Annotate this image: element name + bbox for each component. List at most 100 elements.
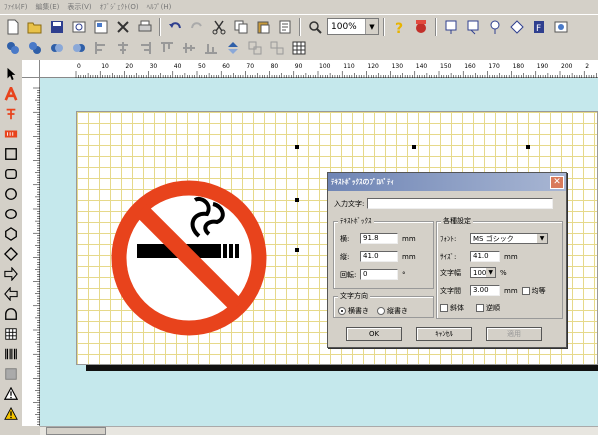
rounded-rectangle-icon[interactable] xyxy=(2,164,20,183)
vertical-radio-label: 縦書き xyxy=(387,307,408,315)
size-input[interactable]: 41.0 xyxy=(470,251,500,262)
tools-icon[interactable] xyxy=(113,17,133,37)
hexagon-icon[interactable] xyxy=(2,224,20,243)
text-tool-icon[interactable] xyxy=(2,84,20,103)
align-top-icon[interactable] xyxy=(157,38,177,58)
ungroup-icon[interactable] xyxy=(267,38,287,58)
ellipse-icon[interactable] xyxy=(2,184,20,203)
print-icon[interactable] xyxy=(135,17,155,37)
align-left-icon[interactable] xyxy=(91,38,111,58)
group-icon[interactable] xyxy=(245,38,265,58)
close-icon[interactable]: ✕ xyxy=(550,175,564,189)
save-icon[interactable] xyxy=(47,17,67,37)
align-middle-icon[interactable] xyxy=(179,38,199,58)
ruler-tick-label: 30 xyxy=(150,63,158,70)
ruler-tick-label: 80 xyxy=(271,63,279,70)
charwidth-value: 100 xyxy=(473,268,487,277)
shape-tool-2-icon[interactable] xyxy=(463,17,483,37)
equal-checkbox[interactable] xyxy=(521,286,530,295)
update-icon[interactable] xyxy=(411,17,431,37)
send-back-icon[interactable] xyxy=(25,38,45,58)
height-input[interactable]: 41.0 xyxy=(360,251,398,262)
shape-tool-4-icon[interactable] xyxy=(507,17,527,37)
flip-icon[interactable] xyxy=(223,38,243,58)
zoom-icon[interactable] xyxy=(305,17,325,37)
new-file-icon[interactable] xyxy=(3,17,23,37)
table-icon[interactable] xyxy=(2,324,20,343)
ruler-corner xyxy=(22,60,40,78)
rectangle-icon[interactable] xyxy=(2,144,20,163)
horizontal-radio[interactable] xyxy=(338,307,346,315)
align-right-icon[interactable] xyxy=(135,38,155,58)
selection-handle[interactable] xyxy=(295,145,299,149)
template-icon[interactable]: F xyxy=(529,17,549,37)
menu-help[interactable]: ﾍﾙﾌﾟ(H) xyxy=(147,2,172,12)
backward-icon[interactable] xyxy=(69,38,89,58)
height-label: 縦: xyxy=(340,252,350,261)
reverse-checkbox[interactable] xyxy=(476,304,484,312)
align-bottom-icon[interactable] xyxy=(201,38,221,58)
font-select[interactable]: MS ゴシック ▼ xyxy=(470,233,548,244)
dialog-titlebar[interactable]: ﾃｷｽﾄﾎﾞｯｸｽのﾌﾟﾛﾊﾟﾃｨ ✕ xyxy=(328,173,566,191)
layout-icon[interactable] xyxy=(91,17,111,37)
textbox-properties-dialog: ﾃｷｽﾄﾎﾞｯｸｽのﾌﾟﾛﾊﾟﾃｨ ✕ 入力文字: ﾃｷｽﾄﾎﾞｯｸｽ 横: 9… xyxy=(327,172,567,348)
open-folder-icon[interactable] xyxy=(25,17,45,37)
selection-handle[interactable] xyxy=(295,248,299,252)
print-preview-icon[interactable] xyxy=(69,17,89,37)
image-frame-icon[interactable] xyxy=(2,304,20,323)
input-text-field[interactable] xyxy=(367,198,554,209)
bring-front-icon[interactable] xyxy=(3,38,23,58)
selection-handle[interactable] xyxy=(295,198,299,202)
zoom-select[interactable]: 100% ▼ xyxy=(327,18,379,35)
warning-outline-icon[interactable] xyxy=(2,384,20,403)
redo-icon[interactable] xyxy=(187,17,207,37)
grid-icon[interactable] xyxy=(289,38,309,58)
apply-button[interactable]: 適用 xyxy=(486,327,542,341)
undo-icon[interactable] xyxy=(165,17,185,37)
width-input[interactable]: 91.8 xyxy=(360,233,398,244)
spacing-label: 文字間 xyxy=(440,286,461,295)
diamond-icon[interactable] xyxy=(2,244,20,263)
fill-color-icon[interactable] xyxy=(2,364,20,383)
barcode-icon[interactable] xyxy=(2,344,20,363)
arrow-right-icon[interactable] xyxy=(2,264,20,283)
select-arrow-icon[interactable] xyxy=(2,64,20,83)
charwidth-select[interactable]: 100 ▼ xyxy=(470,267,496,278)
chevron-down-icon: ▼ xyxy=(365,19,378,34)
help-icon[interactable]: ? xyxy=(389,17,409,37)
forward-icon[interactable] xyxy=(47,38,67,58)
selection-handle[interactable] xyxy=(412,145,416,149)
paste-icon[interactable] xyxy=(253,17,273,37)
arrange-toolbar xyxy=(0,38,598,58)
font-label: ﾌｫﾝﾄ: xyxy=(440,234,457,243)
copy-icon[interactable] xyxy=(231,17,251,37)
menu-bar: ﾌｧｲﾙ(F) 編集(E) 表示(V) ｵﾌﾞｼﾞｪｸﾄ(O) ﾍﾙﾌﾟ(H) xyxy=(0,0,598,14)
shape-tool-icon[interactable] xyxy=(441,17,461,37)
ok-button[interactable]: OK xyxy=(346,327,402,341)
cancel-button[interactable]: ｷｬﾝｾﾙ xyxy=(416,327,472,341)
menu-edit[interactable]: 編集(E) xyxy=(36,2,60,12)
vertical-radio[interactable] xyxy=(377,307,385,315)
charwidth-label: 文字幅 xyxy=(440,268,461,277)
italic-checkbox[interactable] xyxy=(440,304,448,312)
menu-file[interactable]: ﾌｧｲﾙ(F) xyxy=(4,2,28,12)
rotate-input[interactable]: 0 xyxy=(360,269,398,280)
warning-icon[interactable] xyxy=(2,404,20,423)
scrollbar-thumb[interactable] xyxy=(46,427,106,435)
shape-tool-3-icon[interactable] xyxy=(485,17,505,37)
properties-icon[interactable] xyxy=(275,17,295,37)
ruler-tick-label: 150 xyxy=(440,63,452,70)
no-smoking-sign[interactable] xyxy=(109,178,269,338)
spacing-input[interactable]: 3.00 xyxy=(470,285,500,296)
horizontal-scrollbar[interactable] xyxy=(40,426,598,435)
circle-icon[interactable] xyxy=(2,204,20,223)
arrow-left-icon[interactable] xyxy=(2,284,20,303)
vertical-text-icon[interactable] xyxy=(2,104,20,123)
selection-handle[interactable] xyxy=(526,145,530,149)
barcode-text-icon[interactable] xyxy=(2,124,20,143)
menu-view[interactable]: 表示(V) xyxy=(67,2,91,12)
cut-icon[interactable] xyxy=(209,17,229,37)
align-center-icon[interactable] xyxy=(113,38,133,58)
image-icon[interactable] xyxy=(551,17,571,37)
menu-object[interactable]: ｵﾌﾞｼﾞｪｸﾄ(O) xyxy=(100,2,139,12)
